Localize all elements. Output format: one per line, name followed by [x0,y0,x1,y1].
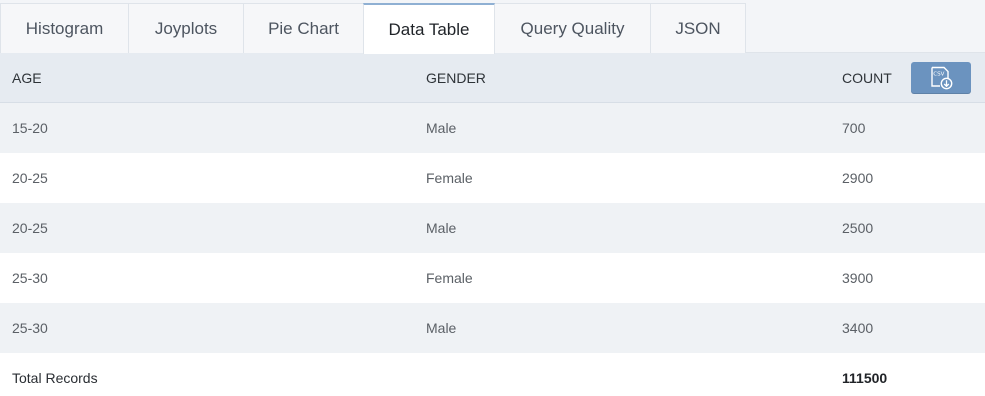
cell-age: 25-30 [12,270,48,286]
tab-query-quality[interactable]: Query Quality [494,3,651,53]
tab-data-table[interactable]: Data Table [363,3,495,54]
cell-gender: Male [426,220,457,236]
table-footer: Total Records 111500 [0,353,985,396]
cell-age: 25-30 [12,320,48,336]
cell-count: 2500 [842,220,874,236]
total-records-value: 111500 [842,370,888,386]
total-records-label: Total Records [12,370,98,386]
table-row: 20-25 Female 2900 [0,153,985,203]
tab-histogram[interactable]: Histogram [0,3,129,53]
table-row: 15-20 Male 700 [0,103,985,153]
cell-gender: Female [426,170,473,186]
tabs: Histogram Joyplots Pie Chart Data Table … [0,3,746,54]
tab-joyplots[interactable]: Joyplots [128,3,244,53]
cell-age: 20-25 [12,220,48,236]
table-header: AGE GENDER COUNT CSV [0,53,985,103]
column-header-age[interactable]: AGE [12,53,42,103]
table-row: 25-30 Female 3900 [0,253,985,303]
cell-count: 2900 [842,170,874,186]
cell-count: 700 [842,120,866,136]
csv-download-icon: CSV [931,66,953,90]
data-table: AGE GENDER COUNT CSV 15-20 Male 700 20-2… [0,53,985,396]
csv-export-button[interactable]: CSV [911,62,971,94]
cell-gender: Male [426,120,457,136]
column-header-gender[interactable]: GENDER [426,53,486,103]
column-header-count[interactable]: COUNT [842,53,892,103]
tab-json[interactable]: JSON [650,3,746,53]
cell-age: 15-20 [12,120,48,136]
cell-gender: Male [426,320,457,336]
table-row: 20-25 Male 2500 [0,203,985,253]
tab-bar: Histogram Joyplots Pie Chart Data Table … [0,0,985,54]
cell-count: 3900 [842,270,874,286]
cell-age: 20-25 [12,170,48,186]
tab-pie-chart[interactable]: Pie Chart [243,3,364,53]
cell-gender: Female [426,270,473,286]
csv-icon-text: CSV [933,72,944,78]
table-row: 25-30 Male 3400 [0,303,985,353]
cell-count: 3400 [842,320,874,336]
